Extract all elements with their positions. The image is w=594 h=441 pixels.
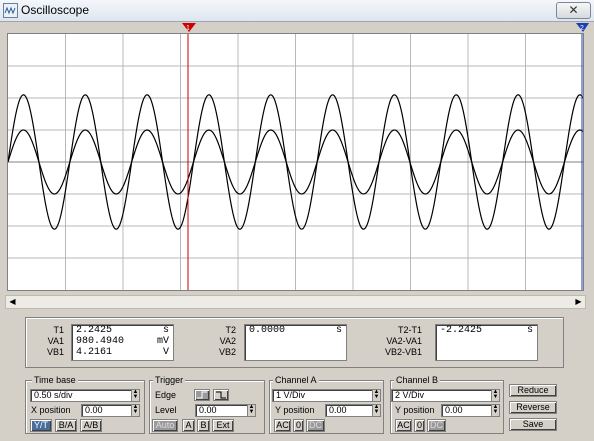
timebase-title: Time base bbox=[32, 375, 78, 385]
falling-edge-icon bbox=[216, 391, 226, 399]
va2-label: VA2 bbox=[219, 336, 236, 346]
channel-b-zero-button[interactable]: 0 bbox=[414, 419, 425, 432]
t1-label: T1 bbox=[53, 325, 64, 335]
trigger-ext-button[interactable]: Ext bbox=[212, 419, 234, 432]
channel-a-ypos-label: Y position bbox=[275, 405, 315, 415]
trigger-b-button[interactable]: B bbox=[197, 419, 210, 432]
channel-a-ac-button[interactable]: AC bbox=[274, 419, 291, 432]
delta-readout-box: -2.2425 s bbox=[435, 324, 538, 361]
channel-b-scale-field[interactable]: 2 V/Div bbox=[391, 389, 492, 402]
channel-a-group: Channel A 1 V/Div ▲ ▼ Y position 0.00 ▲ ▼ … bbox=[269, 375, 384, 434]
trigger-group: Trigger Edge Level 0.00 ▲ ▼ Auto A B Ext bbox=[149, 375, 265, 434]
channel-a-title: Channel A bbox=[273, 375, 319, 385]
t2-readout-box: 0.0000 s bbox=[244, 324, 347, 361]
va1-unit: mV bbox=[156, 336, 169, 347]
dvb-label: VB2-VB1 bbox=[384, 347, 422, 357]
waveform-plot bbox=[7, 34, 584, 290]
yt-mode-button[interactable]: Y/T bbox=[30, 419, 52, 432]
t2-labels: T2 VA2 VB2 bbox=[206, 325, 236, 358]
trigger-auto-button[interactable]: Auto bbox=[152, 419, 178, 432]
channel-b-dc-button[interactable]: DC bbox=[427, 419, 446, 432]
channel-a-ypos-spinner[interactable]: ▲ ▼ bbox=[372, 404, 381, 417]
window-title: Oscilloscope bbox=[21, 3, 90, 17]
channel-b-group: Channel B 2 V/Div ▲ ▼ Y position 0.00 ▲ ▼ … bbox=[390, 375, 504, 434]
reduce-button[interactable]: Reduce bbox=[509, 384, 557, 397]
cursor-1-label: 1 bbox=[186, 25, 190, 32]
cursor-readout-panel: T1 VA1 VB1 2.2425 s 980.4940 mV 4.2161 V T2… bbox=[25, 317, 564, 368]
channel-b-ypos-spinner[interactable]: ▲ ▼ bbox=[491, 404, 500, 417]
vb1-unit: V bbox=[162, 347, 169, 358]
oscilloscope-app-icon bbox=[3, 3, 18, 18]
channel-a-scale-field[interactable]: 1 V/Div bbox=[272, 389, 373, 402]
timebase-xpos-label: X position bbox=[31, 405, 71, 415]
t1-unit: s bbox=[162, 325, 169, 336]
timebase-scale-field[interactable]: 0.50 s/div bbox=[30, 389, 132, 402]
channel-b-scale-spinner[interactable]: ▲ ▼ bbox=[491, 389, 500, 402]
scroll-right-arrow-icon[interactable]: ▶ bbox=[572, 296, 585, 308]
channel-a-scale-spinner[interactable]: ▲ ▼ bbox=[372, 389, 381, 402]
channel-a-zero-button[interactable]: 0 bbox=[293, 419, 304, 432]
t1-readout-box: 2.2425 s 980.4940 mV 4.2161 V bbox=[71, 324, 174, 361]
t2-unit: s bbox=[335, 325, 342, 336]
dt-label: T2-T1 bbox=[397, 325, 422, 335]
dt-value: -2.2425 bbox=[440, 325, 483, 336]
cursor-2-label: 2 bbox=[580, 25, 584, 32]
scroll-left-arrow-icon[interactable]: ◀ bbox=[6, 296, 19, 308]
delta-labels: T2-T1 VA2-VA1 VB2-VB1 bbox=[380, 325, 422, 358]
channel-b-ypos-field[interactable]: 0.00 bbox=[441, 404, 492, 417]
t2-label: T2 bbox=[225, 325, 236, 335]
rising-edge-icon bbox=[197, 391, 207, 399]
reverse-button[interactable]: Reverse bbox=[509, 401, 557, 414]
trigger-title: Trigger bbox=[153, 375, 186, 385]
channel-a-dc-button[interactable]: DC bbox=[306, 419, 325, 432]
timebase-group: Time base 0.50 s/div ▲ ▼ X position 0.00 … bbox=[25, 375, 145, 434]
trigger-level-label: Level bbox=[155, 405, 177, 415]
dva-label: VA2-VA1 bbox=[386, 336, 422, 346]
close-button[interactable]: ✕ bbox=[556, 2, 591, 19]
oscilloscope-screen[interactable] bbox=[7, 33, 584, 291]
t1-value: 2.2425 bbox=[76, 325, 113, 336]
timebase-xpos-field[interactable]: 0.00 bbox=[81, 404, 132, 417]
horizontal-scrollbar[interactable]: ◀ ▶ bbox=[5, 295, 586, 309]
trigger-a-button[interactable]: A bbox=[182, 419, 195, 432]
falling-edge-button[interactable] bbox=[213, 389, 229, 401]
t1-labels: T1 VA1 VB1 bbox=[34, 325, 64, 358]
trigger-level-field[interactable]: 0.00 bbox=[195, 404, 248, 417]
save-button[interactable]: Save bbox=[509, 418, 557, 431]
title-bar: Oscilloscope ✕ bbox=[0, 0, 594, 22]
vb2-label: VB2 bbox=[218, 347, 236, 357]
channel-a-ypos-field[interactable]: 0.00 bbox=[325, 404, 373, 417]
ba-mode-button[interactable]: B/A bbox=[55, 419, 77, 432]
timebase-xpos-spinner[interactable]: ▲ ▼ bbox=[131, 404, 140, 417]
channel-b-ypos-label: Y position bbox=[395, 405, 435, 415]
vb1-value: 4.2161 bbox=[76, 347, 113, 358]
vb1-label: VB1 bbox=[46, 347, 64, 357]
va1-value: 980.4940 bbox=[76, 336, 125, 347]
channel-b-ac-button[interactable]: AC bbox=[395, 419, 412, 432]
t2-value: 0.0000 bbox=[249, 325, 286, 336]
trigger-level-spinner[interactable]: ▲ ▼ bbox=[247, 404, 256, 417]
ab-mode-button[interactable]: A/B bbox=[80, 419, 102, 432]
trigger-edge-label: Edge bbox=[155, 390, 177, 400]
dt-unit: s bbox=[526, 325, 533, 336]
channel-b-title: Channel B bbox=[394, 375, 441, 385]
va1-label: VA1 bbox=[47, 336, 64, 346]
timebase-scale-spinner[interactable]: ▲ ▼ bbox=[131, 389, 140, 402]
rising-edge-button[interactable] bbox=[194, 389, 210, 401]
